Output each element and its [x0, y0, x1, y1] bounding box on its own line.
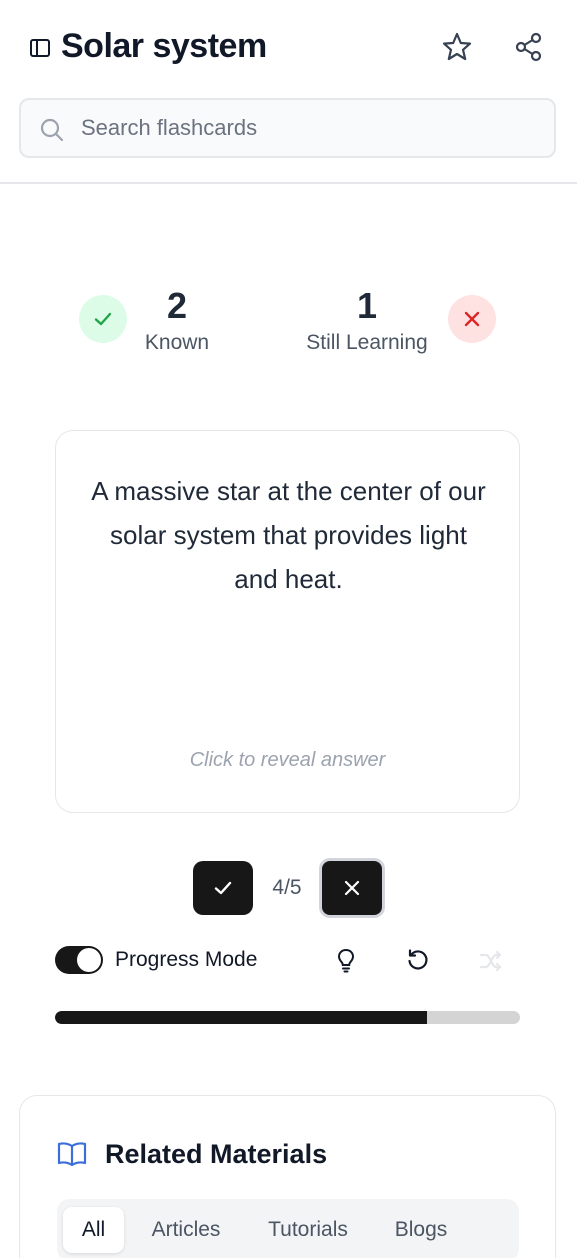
flashcard-front-text: A massive star at the center of our sola…	[91, 476, 486, 594]
tab-articles[interactable]: Articles	[137, 1207, 235, 1253]
close-icon	[344, 880, 360, 896]
page-title: Solar system	[61, 27, 267, 65]
lightbulb-icon[interactable]	[334, 947, 358, 973]
search-box	[19, 98, 556, 158]
known-check-icon	[79, 295, 127, 343]
tab-tutorials[interactable]: Tutorials	[255, 1207, 361, 1253]
related-materials-title: Related Materials	[105, 1139, 328, 1169]
tab-all[interactable]: All	[63, 1207, 124, 1253]
learning-count: 1	[356, 285, 378, 326]
related-tabs: All Articles Tutorials Blogs	[57, 1199, 519, 1258]
book-open-icon	[56, 1140, 88, 1168]
search-input[interactable]	[81, 110, 541, 146]
progress-mode-toggle[interactable]	[55, 946, 103, 974]
progress-mode-label: Progress Mode	[115, 948, 258, 971]
progress-bar	[55, 1011, 520, 1024]
shuffle-icon[interactable]	[478, 948, 504, 974]
page-header: Solar system	[0, 0, 577, 184]
learning-label: Still Learning	[306, 331, 428, 354]
card-counter: 4/5	[272, 876, 302, 899]
reset-icon[interactable]	[405, 947, 431, 973]
tab-blogs[interactable]: Blogs	[379, 1207, 463, 1253]
toggle-knob	[77, 948, 101, 972]
learning-x-icon	[448, 295, 496, 343]
mark-learning-button[interactable]	[319, 858, 385, 918]
known-label: Known	[144, 331, 210, 354]
star-icon[interactable]	[440, 30, 474, 64]
mark-known-button[interactable]	[193, 861, 253, 915]
sidebar-toggle-icon[interactable]	[29, 37, 51, 59]
check-icon	[214, 881, 232, 895]
progress-bar-fill	[55, 1011, 427, 1024]
flashcard[interactable]: A massive star at the center of our sola…	[55, 430, 520, 813]
search-icon	[39, 117, 65, 143]
reveal-hint: Click to reveal answer	[189, 749, 386, 771]
related-materials-panel: Related Materials All Articles Tutorials…	[19, 1095, 556, 1258]
known-count: 2	[166, 285, 188, 326]
share-icon[interactable]	[512, 30, 546, 64]
